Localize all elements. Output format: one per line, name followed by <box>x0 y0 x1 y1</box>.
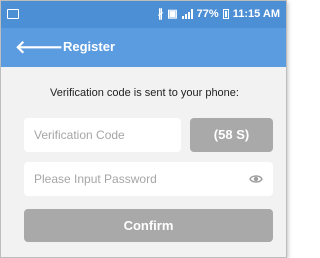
status-time: 11:15 AM <box>232 7 280 20</box>
eye-icon[interactable] <box>249 173 263 185</box>
bluetooth-icon: ∦ <box>157 8 164 20</box>
vibrate-icon: ▣ <box>167 8 178 20</box>
app-window: ∦ ▣ 77% 11:15 AM 🡐 Register Verification… <box>0 0 287 258</box>
status-bar: ∦ ▣ 77% 11:15 AM <box>1 1 286 28</box>
battery-icon <box>222 8 229 19</box>
app-bar: 🡐 Register <box>1 28 286 67</box>
verification-code-input[interactable]: Verification Code <box>24 118 181 152</box>
password-placeholder: Please Input Password <box>34 172 157 186</box>
signal-icon <box>181 8 193 19</box>
battery-percent: 77% <box>196 7 219 20</box>
resend-timer-button[interactable]: (58 S) <box>190 118 273 152</box>
screenshot-icon <box>7 9 19 19</box>
confirm-button[interactable]: Confirm <box>24 209 273 242</box>
page-title: Register <box>63 39 116 54</box>
verification-message: Verification code is sent to your phone: <box>50 87 239 99</box>
password-input[interactable]: Please Input Password <box>24 162 273 196</box>
back-arrow-icon[interactable]: 🡐 <box>15 38 63 56</box>
status-icons: ∦ ▣ 77% 11:15 AM <box>157 7 280 21</box>
